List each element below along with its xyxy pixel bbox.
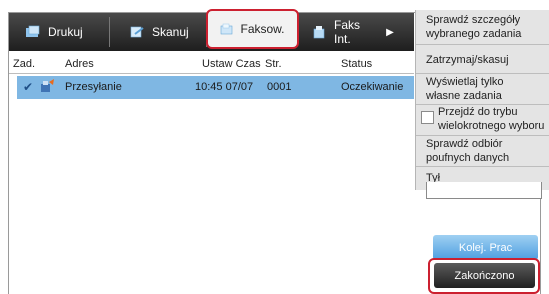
job-queue-button[interactable]: Kolej. Prac (433, 235, 538, 260)
tab-print-label: Drukuj (48, 25, 83, 39)
sending-icon (39, 79, 55, 96)
scan-icon (129, 25, 145, 39)
row-str: 0001 (267, 81, 292, 93)
column-zad: Zad. (13, 58, 36, 70)
row-ustaw-czas: 10:45 07/07 (195, 81, 254, 93)
print-icon (25, 25, 41, 39)
context-menu: Sprawdź szczegóły wybranego zadania Zatr… (415, 10, 549, 190)
check-icon: ✔ (23, 80, 34, 94)
header-divider (9, 73, 414, 74)
menu-divider (416, 73, 549, 74)
column-status: Status (341, 58, 373, 70)
menu-item-own-jobs[interactable]: Wyświetlaj tylko własne zadania (416, 75, 549, 103)
tab-internet-fax[interactable]: Faks Int. (305, 13, 375, 51)
tab-fax-label: Faksow. (240, 22, 285, 36)
column-adres: Adres (65, 58, 94, 70)
tab-scan-label: Skanuj (152, 25, 189, 39)
menu-divider (416, 44, 549, 45)
menu-item-confidential[interactable]: Sprawdź odbiór poufnych danych (416, 137, 549, 165)
menu-item-check-details-line1: Sprawdź szczegóły (426, 14, 521, 26)
row-status: Oczekiwanie (341, 81, 404, 93)
column-str: Str. (265, 58, 282, 70)
menu-item-stop-delete[interactable]: Zatrzymaj/skasuj (416, 53, 549, 67)
menu-item-confidential-line2: poufnych danych (426, 152, 510, 164)
menu-item-check-details[interactable]: Sprawdź szczegóły wybranego zadania (416, 13, 549, 41)
internet-fax-icon (311, 25, 327, 39)
panel-edge (426, 182, 542, 199)
menu-item-multi-select-line2: wielokrotnego wyboru (438, 120, 545, 132)
fax-icon (220, 23, 234, 35)
menu-divider (416, 135, 549, 136)
tab-scan[interactable]: Skanuj (109, 13, 207, 51)
tab-fax[interactable]: Faksow. (206, 9, 299, 49)
row-adres: Przesyłanie (65, 81, 122, 93)
column-ustaw-czas: Ustaw Czas (202, 58, 261, 70)
completed-button[interactable]: Zakończono (434, 263, 535, 288)
table-row[interactable]: ✔ Przesyłanie 10:45 07/07 0001 Oczekiwan… (17, 76, 414, 99)
menu-item-confidential-line1: Sprawdź odbiór (426, 138, 503, 150)
menu-item-own-jobs-line2: własne zadania (426, 90, 502, 102)
more-tabs-button[interactable]: ▶ (366, 13, 414, 51)
play-right-icon: ▶ (386, 26, 394, 38)
menu-item-check-details-line2: wybranego zadania (426, 28, 522, 40)
menu-divider (416, 166, 549, 167)
menu-item-own-jobs-line1: Wyświetlaj tylko (426, 76, 504, 88)
menu-item-multi-select[interactable]: Przejdź do trybu wielokrotnego wyboru (416, 105, 549, 133)
tab-print[interactable]: Drukuj (9, 13, 110, 51)
menu-item-multi-select-line1: Przejdź do trybu (438, 106, 518, 118)
